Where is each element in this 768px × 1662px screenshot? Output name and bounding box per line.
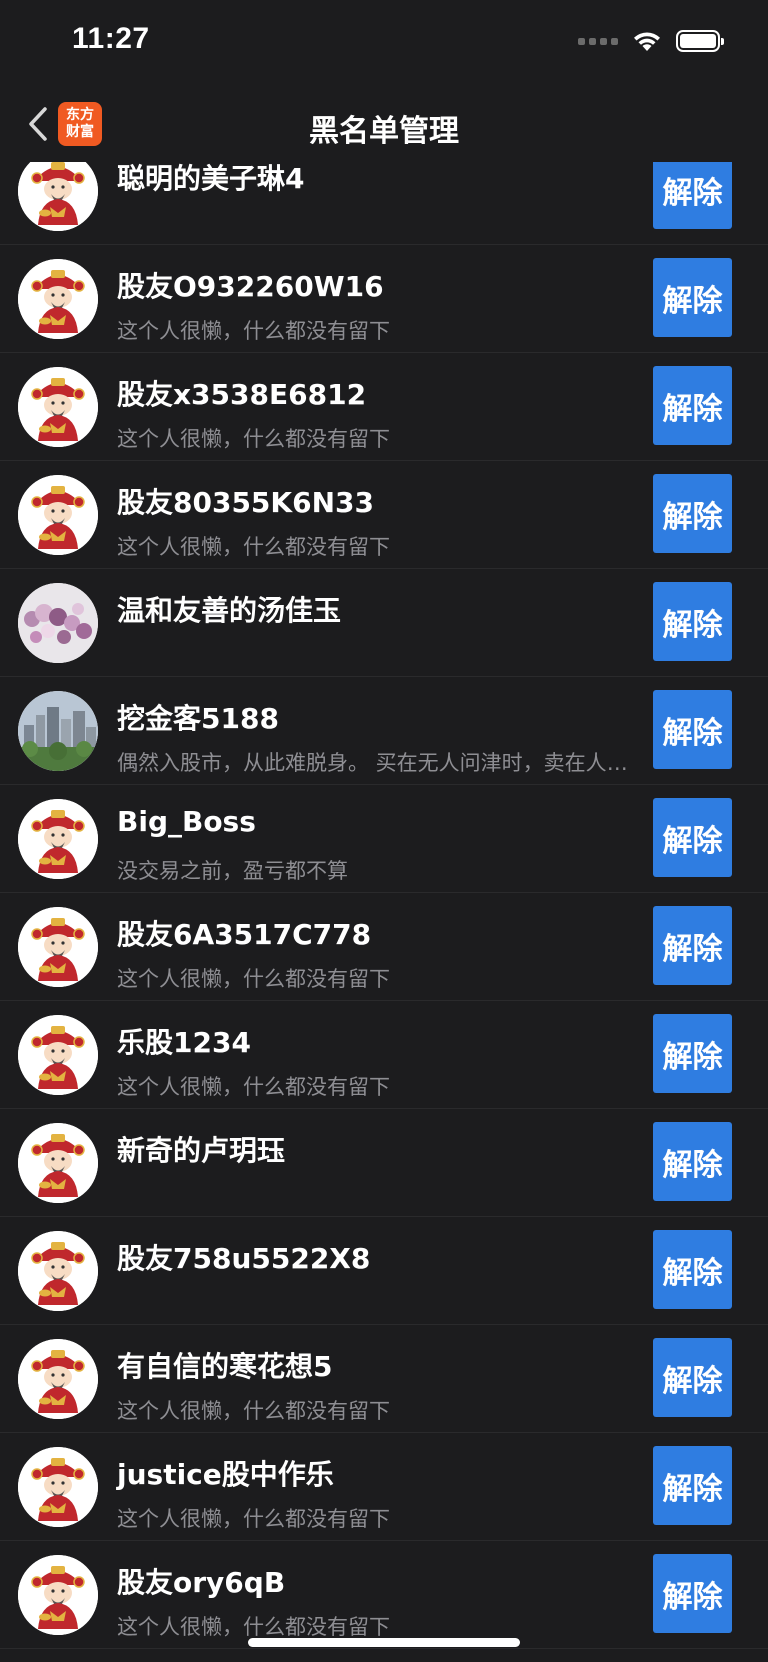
user-name: 挖金客5188 bbox=[117, 702, 279, 735]
user-bio: 这个人很懒，什么都没有留下 bbox=[117, 1615, 390, 1639]
unblock-button[interactable]: 解除 bbox=[653, 1014, 732, 1093]
user-name: justice股中作乐 bbox=[117, 1458, 334, 1491]
user-name: 股友x3538E6812 bbox=[117, 378, 367, 411]
crystal-beads-photo bbox=[18, 583, 98, 663]
user-name: 新奇的卢玥珏 bbox=[117, 1134, 286, 1167]
fortune-god-icon bbox=[18, 475, 98, 555]
fortune-god-icon bbox=[18, 907, 98, 987]
unblock-button[interactable]: 解除 bbox=[653, 1554, 732, 1633]
unblock-button[interactable]: 解除 bbox=[653, 258, 732, 337]
avatar[interactable] bbox=[18, 367, 98, 447]
wifi-icon bbox=[634, 32, 660, 51]
user-name: 股友O932260W16 bbox=[117, 270, 384, 303]
fortune-god-icon bbox=[18, 1123, 98, 1203]
blocklist-row: 有自信的寒花想5 这个人很懒，什么都没有留下 解除 bbox=[0, 1325, 768, 1433]
unblock-button[interactable]: 解除 bbox=[653, 1446, 732, 1525]
unblock-button[interactable]: 解除 bbox=[653, 474, 732, 553]
blocklist-row: 股友6A3517C778 这个人很懒，什么都没有留下 解除 bbox=[0, 893, 768, 1001]
home-indicator bbox=[248, 1638, 520, 1647]
cellular-signal-icon bbox=[578, 37, 618, 45]
user-name: 股友80355K6N33 bbox=[117, 486, 374, 519]
blocklist-row: 股友x3538E6812 这个人很懒，什么都没有留下 解除 bbox=[0, 353, 768, 461]
fortune-god-icon bbox=[18, 1555, 98, 1635]
unblock-button[interactable]: 解除 bbox=[653, 162, 732, 229]
blocklist-row: 温和友善的汤佳玉 解除 bbox=[0, 569, 768, 677]
unblock-button[interactable]: 解除 bbox=[653, 366, 732, 445]
avatar[interactable] bbox=[18, 1339, 98, 1419]
unblock-button[interactable]: 解除 bbox=[653, 1230, 732, 1309]
avatar[interactable] bbox=[18, 1123, 98, 1203]
blocklist-row: 股友ory6qB 这个人很懒，什么都没有留下 解除 bbox=[0, 1541, 768, 1649]
blocklist-row: 股友O932260W16 这个人很懒，什么都没有留下 解除 bbox=[0, 245, 768, 353]
avatar[interactable] bbox=[18, 475, 98, 555]
avatar[interactable] bbox=[18, 259, 98, 339]
avatar[interactable] bbox=[18, 583, 98, 663]
avatar[interactable] bbox=[18, 1555, 98, 1635]
blocklist-row: 新奇的卢玥珏 解除 bbox=[0, 1109, 768, 1217]
user-name: 乐股1234 bbox=[117, 1026, 251, 1059]
user-bio: 没交易之前，盈亏都不算 bbox=[117, 859, 348, 883]
user-name: 股友6A3517C778 bbox=[117, 918, 372, 951]
unblock-button[interactable]: 解除 bbox=[653, 906, 732, 985]
unblock-button[interactable]: 解除 bbox=[653, 1338, 732, 1417]
fortune-god-icon bbox=[18, 1015, 98, 1095]
fortune-god-icon bbox=[18, 1339, 98, 1419]
user-name: 股友758u5522X8 bbox=[117, 1242, 371, 1275]
user-bio: 这个人很懒，什么都没有留下 bbox=[117, 1507, 390, 1531]
avatar[interactable] bbox=[18, 1447, 98, 1527]
user-name: 有自信的寒花想5 bbox=[117, 1350, 333, 1383]
fortune-god-icon bbox=[18, 259, 98, 339]
unblock-button[interactable]: 解除 bbox=[653, 690, 732, 769]
avatar[interactable] bbox=[18, 907, 98, 987]
blocklist-row: 聪明的美子琳4 解除 bbox=[0, 162, 768, 245]
user-name: 温和友善的汤佳玉 bbox=[117, 594, 342, 627]
blocklist-row: justice股中作乐 这个人很懒，什么都没有留下 解除 bbox=[0, 1433, 768, 1541]
user-bio: 这个人很懒，什么都没有留下 bbox=[117, 319, 390, 343]
status-bar: 11:27 bbox=[0, 0, 768, 88]
fortune-god-icon bbox=[18, 162, 98, 231]
user-name: 股友ory6qB bbox=[117, 1566, 286, 1599]
battery-icon bbox=[676, 30, 724, 52]
user-bio: 这个人很懒，什么都没有留下 bbox=[117, 967, 390, 991]
user-bio: 这个人很懒，什么都没有留下 bbox=[117, 1075, 390, 1099]
blocklist-content: 聪明的美子琳4 解除 股友O932260W16 这个人很懒，什么都没有留下 解除… bbox=[0, 162, 768, 1649]
avatar[interactable] bbox=[18, 1231, 98, 1311]
avatar[interactable] bbox=[18, 1015, 98, 1095]
blocklist-row: 股友80355K6N33 这个人很懒，什么都没有留下 解除 bbox=[0, 461, 768, 569]
unblock-button[interactable]: 解除 bbox=[653, 1122, 732, 1201]
avatar[interactable] bbox=[18, 799, 98, 879]
unblock-button[interactable]: 解除 bbox=[653, 582, 732, 661]
blocklist[interactable]: 聪明的美子琳4 解除 股友O932260W16 这个人很懒，什么都没有留下 解除… bbox=[0, 162, 768, 1662]
navigation-bar: 东方 财富 黑名单管理 bbox=[0, 88, 768, 162]
fortune-god-icon bbox=[18, 799, 98, 879]
user-bio: 这个人很懒，什么都没有留下 bbox=[117, 1399, 390, 1423]
user-bio: 偶然入股市，从此难脱身。 买在无人问津时，卖在人声鼎沸时 bbox=[117, 751, 637, 775]
user-name: 聪明的美子琳4 bbox=[117, 162, 305, 195]
city-skyline-photo bbox=[18, 691, 98, 771]
blocklist-row: Big_Boss 没交易之前，盈亏都不算 解除 bbox=[0, 785, 768, 893]
blocklist-row: 挖金客5188 偶然入股市，从此难脱身。 买在无人问津时，卖在人声鼎沸时 解除 bbox=[0, 677, 768, 785]
user-bio: 这个人很懒，什么都没有留下 bbox=[117, 427, 390, 451]
page-title: 黑名单管理 bbox=[309, 114, 459, 149]
status-icons bbox=[578, 30, 724, 52]
avatar[interactable] bbox=[18, 691, 98, 771]
fortune-god-icon bbox=[18, 367, 98, 447]
user-bio: 这个人很懒，什么都没有留下 bbox=[117, 535, 390, 559]
blocklist-row: 股友758u5522X8 解除 bbox=[0, 1217, 768, 1325]
fortune-god-icon bbox=[18, 1231, 98, 1311]
unblock-button[interactable]: 解除 bbox=[653, 798, 732, 877]
fortune-god-icon bbox=[18, 1447, 98, 1527]
user-name: Big_Boss bbox=[117, 805, 256, 838]
avatar[interactable] bbox=[18, 162, 98, 231]
status-time: 11:27 bbox=[72, 22, 150, 55]
blocklist-row: 乐股1234 这个人很懒，什么都没有留下 解除 bbox=[0, 1001, 768, 1109]
